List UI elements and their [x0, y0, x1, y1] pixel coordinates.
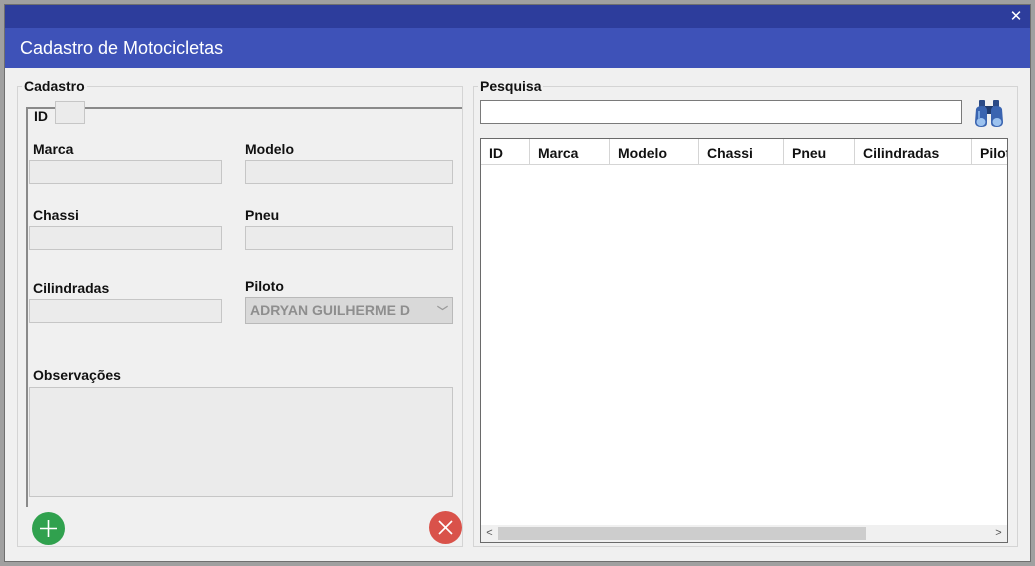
- chassi-field[interactable]: [29, 226, 222, 250]
- horizontal-scrollbar[interactable]: < >: [481, 525, 1007, 542]
- column-header-modelo[interactable]: Modelo: [610, 139, 699, 165]
- column-header-id[interactable]: ID: [481, 139, 530, 165]
- column-header-cilindradas[interactable]: Cilindradas: [855, 139, 972, 165]
- cadastro-group: Cadastro ID Marca Modelo Chassi Pneu Cil…: [17, 78, 463, 547]
- pesquisa-group: Pesquisa ID Marca Modelo Chassi Pneu Cil…: [473, 78, 1018, 547]
- cilindradas-label: Cilindradas: [33, 280, 110, 296]
- scroll-left-icon[interactable]: <: [481, 525, 498, 542]
- chevron-down-icon[interactable]: ﹀: [437, 303, 448, 319]
- add-button[interactable]: [32, 512, 65, 545]
- pneu-label: Pneu: [245, 207, 280, 223]
- scrollbar-thumb[interactable]: [498, 527, 866, 540]
- observacoes-label: Observações: [33, 367, 121, 383]
- column-header-chassi[interactable]: Chassi: [699, 139, 784, 165]
- cancel-button[interactable]: [429, 511, 462, 544]
- grid-header: ID Marca Modelo Chassi Pneu Cilindradas …: [481, 139, 1007, 165]
- observacoes-textarea[interactable]: [29, 387, 453, 497]
- marca-field[interactable]: [29, 160, 222, 184]
- cilindradas-field[interactable]: [29, 299, 222, 323]
- column-header-piloto[interactable]: Piloto: [972, 139, 1007, 165]
- chassi-label: Chassi: [33, 207, 79, 223]
- pneu-field[interactable]: [245, 226, 453, 250]
- column-header-marca[interactable]: Marca: [530, 139, 610, 165]
- id-label: ID: [34, 108, 48, 124]
- search-input[interactable]: [480, 100, 962, 124]
- title-bar: ✕: [5, 5, 1030, 28]
- scroll-right-icon[interactable]: >: [990, 525, 1007, 542]
- header-bar: Cadastro de Motocicletas: [5, 28, 1030, 68]
- cadastro-legend: Cadastro: [22, 78, 87, 94]
- x-icon: [438, 520, 453, 535]
- page-title: Cadastro de Motocicletas: [20, 38, 224, 58]
- pesquisa-legend: Pesquisa: [478, 78, 544, 94]
- marca-label: Marca: [33, 141, 74, 157]
- modelo-label: Modelo: [245, 141, 294, 157]
- piloto-label: Piloto: [245, 278, 284, 294]
- column-header-pneu[interactable]: Pneu: [784, 139, 855, 165]
- plus-icon: [40, 520, 57, 537]
- close-icon[interactable]: ✕: [1008, 7, 1024, 25]
- modelo-field[interactable]: [245, 160, 453, 184]
- id-field[interactable]: [55, 101, 85, 124]
- piloto-select-value: ADRYAN GUILHERME D: [250, 302, 410, 318]
- results-grid[interactable]: ID Marca Modelo Chassi Pneu Cilindradas …: [480, 138, 1008, 543]
- piloto-select[interactable]: ADRYAN GUILHERME D ﹀: [245, 297, 453, 324]
- binoculars-icon[interactable]: [972, 97, 1006, 134]
- main-window: ✕ Cadastro de Motocicletas Cadastro ID M…: [4, 4, 1031, 562]
